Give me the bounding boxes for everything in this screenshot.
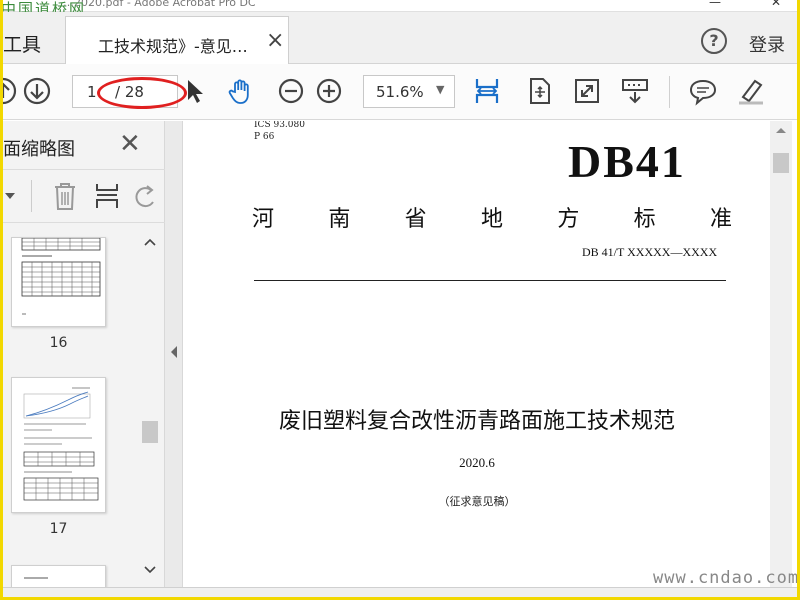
toolbar-separator bbox=[669, 76, 670, 108]
annotation-ellipse bbox=[97, 77, 187, 109]
options-dropdown-icon[interactable] bbox=[3, 189, 17, 203]
minimize-button[interactable]: — bbox=[709, 0, 721, 8]
province-char: 省 bbox=[404, 207, 427, 232]
doc-standard-number: DB 41/T XXXXX—XXXX bbox=[582, 245, 718, 259]
zoom-select[interactable]: 51.6% ▼ bbox=[363, 75, 455, 108]
trash-icon[interactable] bbox=[51, 180, 79, 212]
panel-separator bbox=[31, 180, 32, 212]
comment-icon[interactable] bbox=[687, 75, 719, 107]
province-char: 标 bbox=[633, 207, 656, 232]
province-char: 南 bbox=[328, 207, 351, 232]
full-screen-icon[interactable] bbox=[571, 75, 603, 107]
thumbnail-preview bbox=[21, 237, 101, 315]
scroll-up-icon[interactable] bbox=[143, 237, 157, 247]
thumbnail-page-label: 17 bbox=[49, 521, 68, 537]
login-link[interactable]: 登录 bbox=[749, 31, 785, 57]
collapse-panel-icon[interactable] bbox=[169, 345, 179, 359]
thumbnail-preview bbox=[23, 387, 99, 501]
tab-tools[interactable]: 工具 bbox=[3, 30, 41, 57]
p-line: P 66 bbox=[254, 132, 275, 142]
scroll-up-icon[interactable] bbox=[774, 125, 788, 135]
province-char: 准 bbox=[709, 207, 732, 232]
thumbnails-panel: 面缩略图 ✕ 16 17 bbox=[3, 121, 165, 595]
page-up-icon[interactable] bbox=[3, 75, 19, 107]
chevron-down-icon: ▼ bbox=[436, 83, 445, 96]
doc-draft-note: （征求意见稿） bbox=[438, 495, 516, 508]
doc-rule-line bbox=[254, 280, 726, 281]
panel-toolbar bbox=[3, 169, 165, 223]
doc-title: 废旧塑料复合改性沥青路面施工技术规范 bbox=[278, 409, 675, 434]
thumbnail-page-16[interactable] bbox=[11, 237, 106, 327]
document-page: ICS 93.080 P 66 DB41 河 南 省 地 方 标 准 DB 41… bbox=[184, 121, 770, 587]
fit-width-icon[interactable] bbox=[471, 75, 503, 107]
close-window-button[interactable]: ✕ bbox=[771, 0, 781, 8]
help-icon[interactable]: ? bbox=[701, 28, 727, 54]
province-char: 河 bbox=[252, 207, 275, 232]
doc-ics-code: ICS 93.080 P 66 bbox=[254, 121, 305, 143]
province-char: 方 bbox=[557, 207, 580, 232]
scroll-down-icon[interactable] bbox=[143, 565, 157, 575]
panel-splitter[interactable] bbox=[165, 121, 183, 587]
extract-pages-icon[interactable] bbox=[93, 180, 121, 212]
panel-close-button[interactable]: ✕ bbox=[119, 129, 141, 159]
scrollbar-thumb[interactable] bbox=[773, 153, 789, 173]
fit-page-icon[interactable] bbox=[523, 75, 555, 107]
title-bar: …2020.pdf - Adobe Acrobat Pro DC — ✕ bbox=[3, 0, 797, 12]
select-arrow-icon[interactable] bbox=[179, 75, 211, 107]
rotate-icon[interactable] bbox=[133, 182, 159, 210]
document-scrollbar[interactable] bbox=[770, 121, 792, 587]
zoom-in-icon[interactable] bbox=[313, 75, 345, 107]
page-down-icon[interactable] bbox=[21, 75, 53, 107]
thumbnail-preview bbox=[24, 577, 48, 579]
thumbnail-page-17[interactable] bbox=[11, 377, 106, 513]
thumbnail-scrollbar[interactable] bbox=[139, 231, 161, 583]
highlight-icon[interactable] bbox=[735, 75, 767, 107]
tab-document[interactable]: 工技术规范》-意见… × bbox=[65, 16, 289, 64]
zoom-out-icon[interactable] bbox=[275, 75, 307, 107]
doc-date: 2020.6 bbox=[459, 455, 495, 470]
toolbar: 1 / 28 51.6% ▼ bbox=[3, 64, 797, 120]
tab-document-label: 工技术规范》-意见… bbox=[98, 37, 248, 56]
scroll-mode-icon[interactable] bbox=[619, 75, 651, 107]
tab-close-button[interactable]: × bbox=[266, 28, 284, 53]
doc-db-code: DB41 bbox=[568, 136, 686, 187]
site-watermark-bottom: www.cndao.com bbox=[653, 568, 797, 588]
doc-province-standard: 河 南 省 地 方 标 准 bbox=[252, 201, 732, 233]
ics-line: ICS 93.080 bbox=[254, 121, 305, 130]
status-bar bbox=[3, 587, 797, 597]
thumbnail-page-label: 16 bbox=[49, 335, 68, 351]
current-page-value: 1 bbox=[87, 83, 97, 101]
window-title: …2020.pdf - Adobe Acrobat Pro DC bbox=[63, 0, 256, 9]
hand-icon[interactable] bbox=[225, 75, 257, 107]
app-window: …2020.pdf - Adobe Acrobat Pro DC — ✕ 中国道… bbox=[3, 0, 797, 597]
tab-bar: 工具 工技术规范》-意见… × ? 登录 bbox=[3, 12, 797, 64]
zoom-value: 51.6% bbox=[376, 83, 424, 101]
panel-title: 面缩略图 bbox=[3, 139, 75, 160]
scrollbar-thumb[interactable] bbox=[142, 421, 158, 443]
province-char: 地 bbox=[480, 207, 503, 232]
